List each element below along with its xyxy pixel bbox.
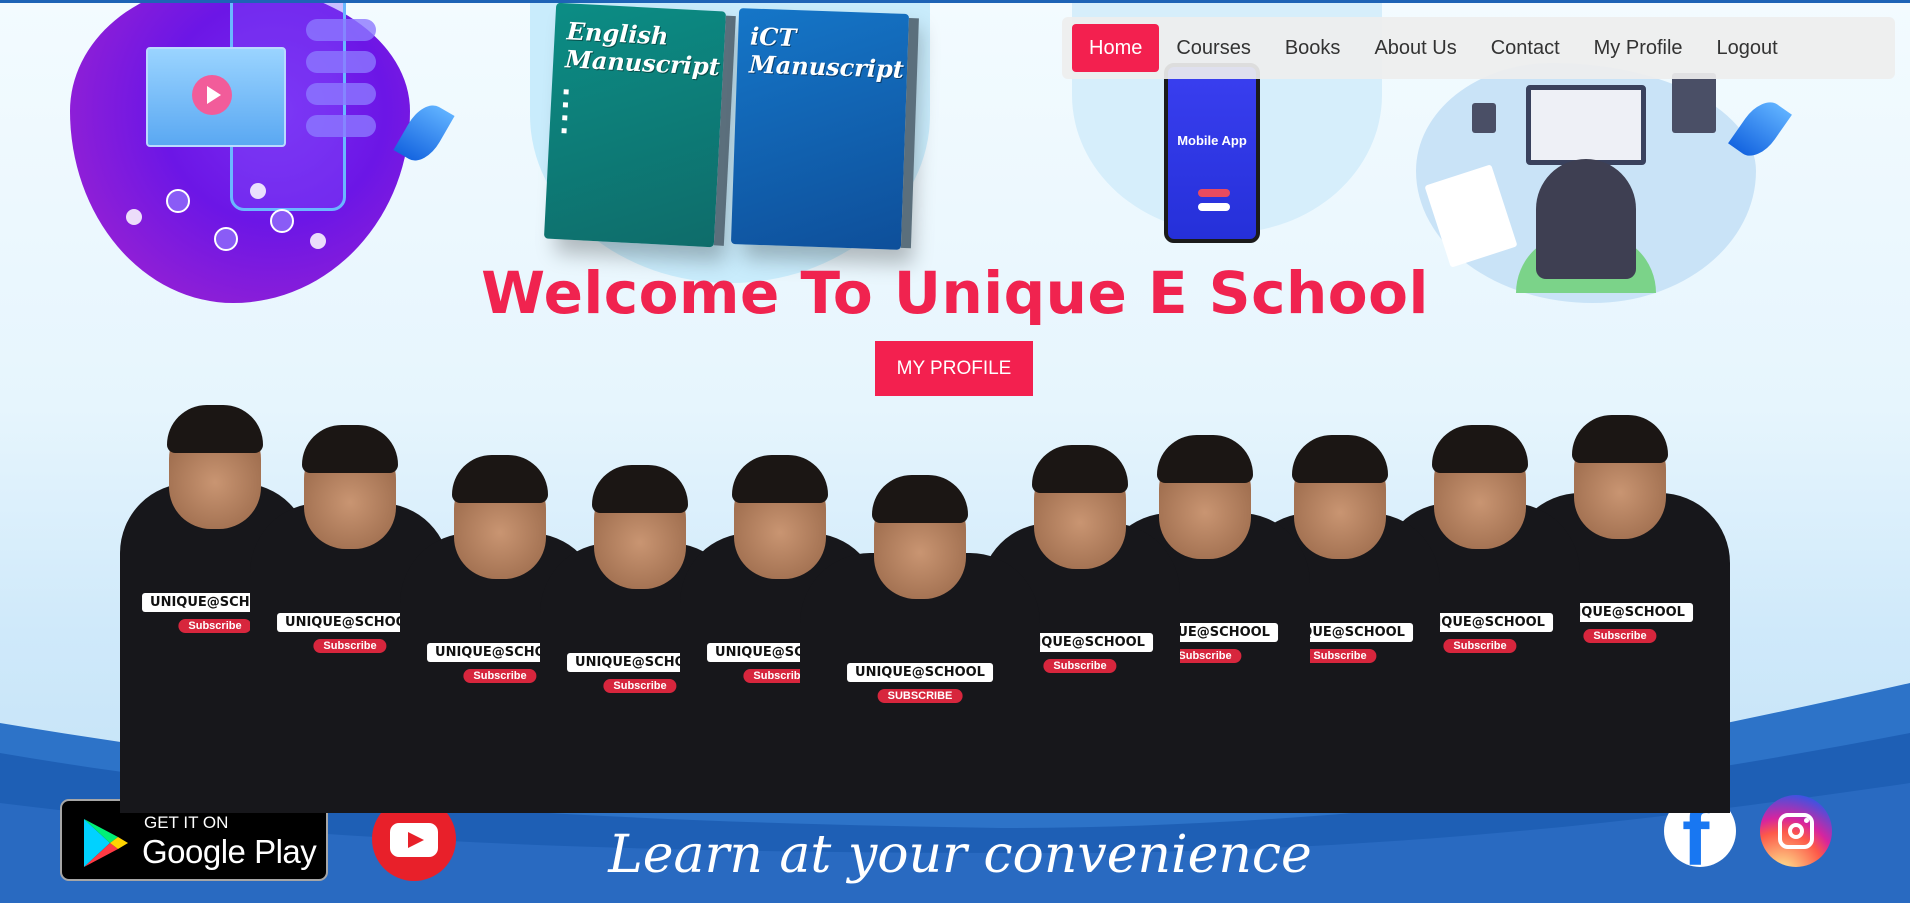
main-navbar: Home Courses Books About Us Contact My P… — [1062, 17, 1895, 79]
nav-about-us[interactable]: About Us — [1357, 24, 1473, 72]
nav-home[interactable]: Home — [1072, 24, 1160, 72]
team-member: UNIQUE@SCHOOL SUBSCRIBE — [800, 393, 1040, 813]
heart-icon — [310, 233, 326, 249]
mobile-button-graphic — [1198, 189, 1230, 197]
shirt-subscribe-badge: Subscribe — [1443, 639, 1517, 653]
shirt-subscribe-badge: Subscribe — [1303, 649, 1377, 663]
tagline: Learn at your convenience — [608, 825, 1312, 885]
nav-contact[interactable]: Contact — [1474, 24, 1577, 72]
google-play-icon — [84, 819, 128, 867]
play-icon — [192, 75, 232, 115]
nav-logout[interactable]: Logout — [1700, 24, 1795, 72]
book-title: Manuscript — [564, 44, 721, 82]
member-hair — [167, 405, 263, 453]
team-photo: UNIQUE@SCHOOL Subscribe UNIQUE@SCHOOL Subsc… — [120, 363, 1790, 813]
shirt-subscribe-badge: Subscribe — [1583, 629, 1657, 643]
shirt-logo: UNIQUE@SCHOOL — [847, 663, 993, 682]
shirt-subscribe-badge: Subscribe — [603, 679, 677, 693]
like-icon — [166, 189, 190, 213]
like-icon — [270, 209, 294, 233]
monitor-graphic — [1526, 85, 1646, 165]
mobile-button-graphic — [1198, 203, 1230, 211]
like-icon — [214, 227, 238, 251]
shirt-subscribe-badge: Subscribe — [1043, 659, 1117, 673]
english-manuscript-book: English Manuscript — [543, 3, 736, 248]
member-hair — [1432, 425, 1528, 473]
heart-icon — [126, 209, 142, 225]
hero-banner: English Manuscript iCT Manuscript Mobile… — [0, 0, 1910, 903]
shirt-subscribe-badge: Subscribe — [313, 639, 387, 653]
get-it-on-label: GET IT ON — [144, 813, 229, 832]
profile-list-graphic — [306, 19, 376, 147]
notebook-graphic — [1672, 73, 1716, 133]
video-social-illustration — [70, 3, 410, 303]
shirt-subscribe-badge: Subscribe — [178, 619, 252, 633]
nav-books[interactable]: Books — [1268, 24, 1358, 72]
book-topics-graphic — [561, 87, 709, 143]
member-hair — [302, 425, 398, 473]
shirt-subscribe-badge: SUBSCRIBE — [877, 689, 963, 703]
ict-manuscript-book: iCT Manuscript — [730, 8, 919, 250]
book-title: Manuscript — [748, 49, 905, 84]
nav-my-profile[interactable]: My Profile — [1577, 24, 1700, 72]
member-hair — [872, 475, 968, 523]
member-hair — [1572, 415, 1668, 463]
page-title: Welcome To Unique E School — [481, 259, 1429, 327]
instagram-icon[interactable] — [1760, 795, 1832, 867]
member-hair — [452, 455, 548, 503]
shirt-subscribe-badge: Subscribe — [463, 669, 537, 683]
mobile-app-label: Mobile App — [1177, 133, 1247, 148]
member-hair — [1032, 445, 1128, 493]
mobile-app-graphic: Mobile App — [1164, 63, 1260, 243]
heart-icon — [250, 183, 266, 199]
google-play-label: Google Play — [142, 833, 317, 870]
paper-graphic — [1424, 164, 1518, 268]
nav-courses[interactable]: Courses — [1159, 24, 1267, 72]
member-hair — [592, 465, 688, 513]
plant-graphic — [1472, 103, 1496, 133]
